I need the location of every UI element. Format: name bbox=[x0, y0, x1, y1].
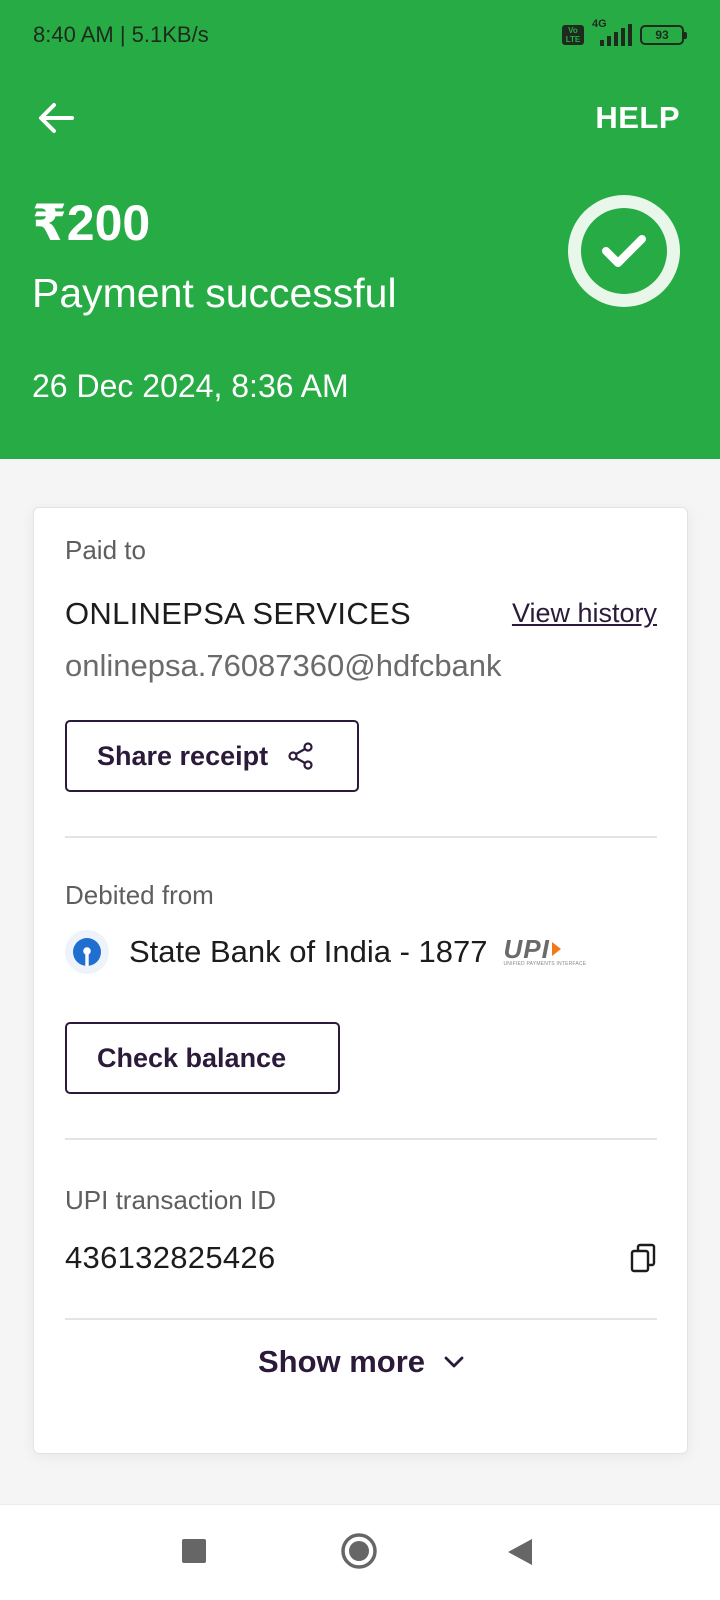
bank-account-row: State Bank of India - 1877 UPI UNIFIED P… bbox=[65, 930, 586, 974]
signal-icon: 4G bbox=[592, 18, 632, 46]
home-circle-icon bbox=[341, 1533, 377, 1569]
payment-status: Payment successful bbox=[32, 270, 397, 316]
share-receipt-label: Share receipt bbox=[97, 740, 269, 771]
square-icon bbox=[182, 1539, 206, 1563]
divider bbox=[65, 836, 657, 838]
show-more-label: Show more bbox=[257, 1344, 426, 1379]
payment-amount: ₹200 bbox=[32, 195, 151, 251]
transaction-id-label: UPI transaction ID bbox=[65, 1185, 276, 1215]
recent-apps-button[interactable] bbox=[180, 1537, 208, 1570]
copy-button[interactable] bbox=[629, 1242, 657, 1274]
upi-brand: UPI bbox=[503, 934, 550, 964]
check-balance-button[interactable]: Check balance bbox=[65, 1022, 340, 1094]
payee-upi-id: onlinepsa.76087360@hdfcbank bbox=[65, 648, 502, 683]
upi-logo: UPI UNIFIED PAYMENTS INTERFACE bbox=[503, 934, 587, 967]
payment-datetime: 26 Dec 2024, 8:36 AM bbox=[32, 368, 349, 404]
status-time: 8:40 AM | 5.1KB/s bbox=[33, 22, 209, 47]
payment-details-card: Paid to ONLINEPSA SERVICES View history … bbox=[33, 507, 688, 1454]
share-receipt-button[interactable]: Share receipt bbox=[65, 720, 359, 792]
debited-from-label: Debited from bbox=[65, 880, 214, 910]
chevron-down-icon bbox=[444, 1356, 464, 1368]
sbi-logo-icon bbox=[65, 930, 109, 974]
divider bbox=[65, 1318, 657, 1320]
arrow-left-icon bbox=[39, 103, 74, 133]
share-icon bbox=[288, 742, 313, 770]
check-balance-label: Check balance bbox=[97, 1042, 287, 1073]
divider bbox=[65, 1138, 657, 1140]
back-button[interactable] bbox=[34, 96, 78, 140]
transaction-id: 436132825426 bbox=[65, 1240, 276, 1275]
payment-header: 8:40 AM | 5.1KB/s Vo LTE 4G 93 HELP ₹200… bbox=[0, 0, 720, 459]
copy-icon bbox=[630, 1243, 656, 1273]
battery-icon: 93 bbox=[640, 25, 687, 45]
check-circle-icon bbox=[581, 208, 667, 294]
system-navigation-bar bbox=[0, 1504, 720, 1600]
battery-level: 93 bbox=[655, 28, 669, 42]
show-more-button[interactable]: Show more bbox=[34, 1344, 689, 1380]
status-icons: Vo LTE 4G 93 bbox=[562, 18, 687, 48]
bank-name: State Bank of India - 1877 bbox=[129, 934, 488, 969]
help-button[interactable]: HELP bbox=[595, 100, 680, 136]
home-button[interactable] bbox=[340, 1532, 378, 1575]
success-badge bbox=[568, 195, 680, 307]
payee-name: ONLINEPSA SERVICES bbox=[65, 596, 411, 631]
back-nav-button[interactable] bbox=[506, 1537, 534, 1572]
network-type: 4G bbox=[592, 18, 607, 30]
view-history-link[interactable]: View history bbox=[512, 598, 657, 629]
volte-icon: Vo LTE bbox=[562, 25, 584, 45]
upi-tagline: UNIFIED PAYMENTS INTERFACE bbox=[503, 961, 587, 967]
paid-to-label: Paid to bbox=[65, 535, 146, 565]
triangle-back-icon bbox=[508, 1539, 532, 1565]
status-bar: 8:40 AM | 5.1KB/s Vo LTE 4G 93 bbox=[0, 0, 720, 70]
